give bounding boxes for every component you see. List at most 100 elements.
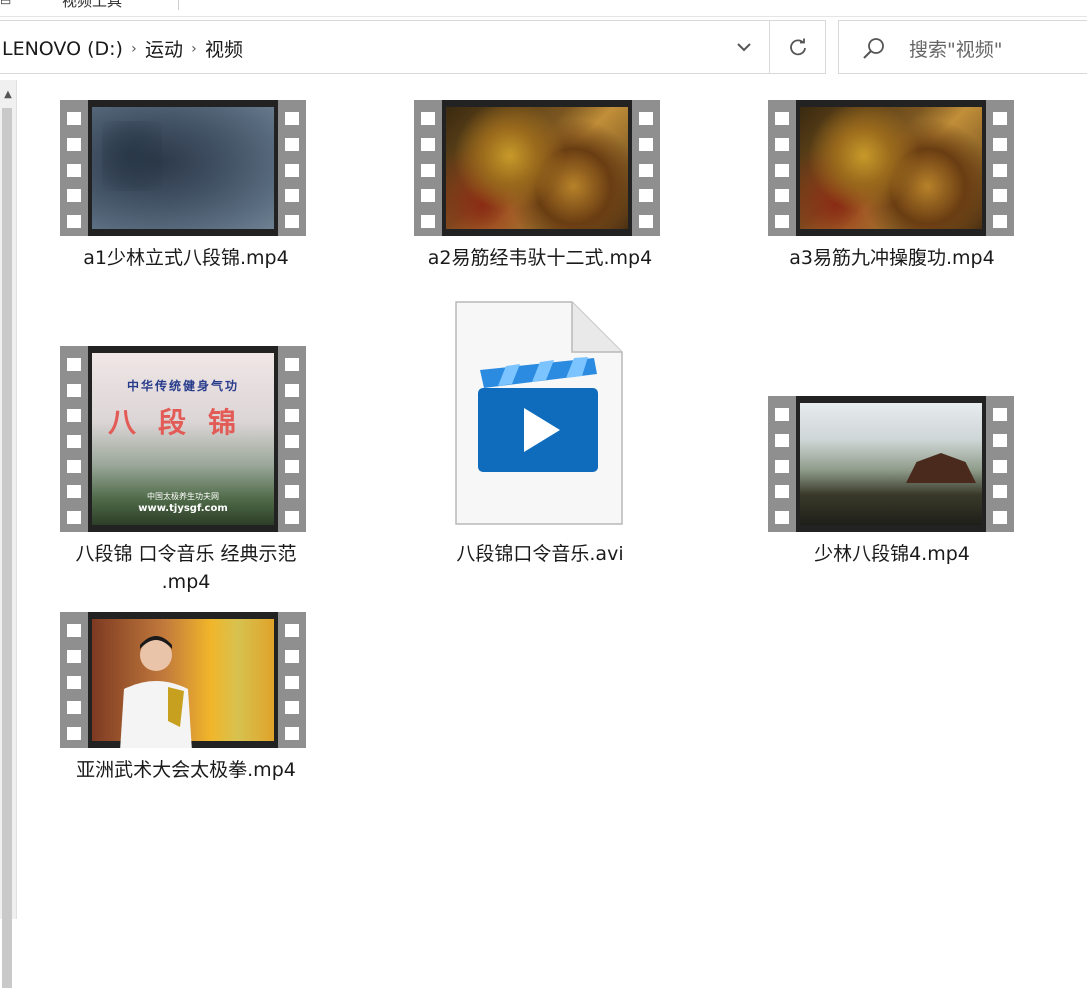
film-hole [285,163,299,177]
video-thumbnail [768,396,1014,532]
address-bar[interactable]: LENOVO (D:) › 运动 › 视频 [0,20,770,74]
film-hole [639,189,653,203]
search-icon [863,38,884,59]
chevron-right-icon[interactable]: › [123,41,145,57]
video-thumbnail [414,100,660,236]
film-hole [285,485,299,499]
title-bar: ▭ 视频工具 [0,0,1087,17]
film-hole [285,137,299,151]
film-hole [67,434,81,448]
film-strip-holes [986,396,1014,532]
scroll-up-arrow-icon[interactable]: ▲ [0,84,16,104]
film-hole [285,112,299,126]
film-hole [67,214,81,228]
film-hole [67,459,81,473]
video-thumbnail: 中华传统健身气功 八段锦 中国太极养生功夫网 www.tjysgf.com [60,346,306,532]
film-hole [993,112,1007,126]
film-hole [639,163,653,177]
film-hole [285,358,299,372]
film-hole [285,409,299,423]
ribbon-tab-video-tools[interactable]: 视频工具 [62,0,122,11]
video-thumbnail [60,612,306,748]
film-hole [421,112,435,126]
refresh-button[interactable] [770,20,826,74]
window-icon: ▭ [0,0,12,8]
chevron-down-icon [737,43,751,52]
film-hole [67,163,81,177]
film-hole [421,163,435,177]
film-hole [285,701,299,715]
video-thumbnail [60,100,306,236]
scrollbar-thumb[interactable] [2,108,12,988]
film-hole [993,163,1007,177]
film-strip-holes [632,100,660,236]
navigation-pane-scrollbar[interactable]: ▲ [0,80,17,988]
film-strip-holes [60,100,88,236]
thumbnail-caption: 中华传统健身气功 [126,379,239,393]
film-hole [993,189,1007,203]
film-hole [775,459,789,473]
film-hole [67,701,81,715]
search-placeholder: 搜索"视频" [909,39,1003,61]
film-hole [993,408,1007,422]
thumbnail-title: 八段锦 [107,406,258,439]
film-strip-holes [414,100,442,236]
file-name-line: .mp4 [161,571,211,593]
film-hole [775,510,789,524]
film-hole [67,649,81,663]
breadcrumb-drive[interactable]: LENOVO (D:) [2,38,123,60]
thumbnail-site-name: 中国太极养生功夫网 [147,492,219,501]
video-frame [796,396,986,532]
film-strip-holes [278,612,306,748]
video-frame [88,612,278,748]
file-name: a1少林立式八段锦.mp4 [83,247,289,269]
film-strip-holes [60,346,88,532]
film-hole [775,112,789,126]
chevron-right-icon[interactable]: › [183,41,205,57]
film-hole [67,189,81,203]
film-hole [421,214,435,228]
film-hole [775,137,789,151]
film-hole [639,214,653,228]
film-hole [67,137,81,151]
film-hole [993,433,1007,447]
film-strip-holes [768,396,796,532]
file-name: a3易筋九冲操腹功.mp4 [789,247,995,269]
film-hole [421,137,435,151]
tab-separator [178,0,179,10]
file-name: 亚洲武术大会太极拳.mp4 [76,759,296,781]
file-name: 少林八段锦4.mp4 [814,543,970,565]
film-hole [285,459,299,473]
film-strip-holes [60,612,88,748]
breadcrumb-videos[interactable]: 视频 [205,35,243,62]
film-hole [67,409,81,423]
film-hole [993,510,1007,524]
film-strip-holes [986,100,1014,236]
film-hole [993,459,1007,473]
file-name: a2易筋经韦驮十二式.mp4 [427,247,653,269]
video-file-icon [455,301,623,525]
person-figure [120,636,192,748]
breadcrumb-sports[interactable]: 运动 [145,35,183,62]
film-strip-holes [768,100,796,236]
search-box[interactable]: 搜索"视频" [838,20,1087,74]
file-name-line: 八段锦 口令音乐 经典示范 [75,543,297,565]
refresh-icon [789,38,806,56]
film-hole [285,434,299,448]
film-hole [993,137,1007,151]
film-hole [285,510,299,524]
film-hole [639,112,653,126]
video-frame [88,100,278,236]
film-hole [285,189,299,203]
file-name: 八段锦口令音乐.avi [456,543,624,565]
film-hole [285,383,299,397]
film-strip-holes [278,346,306,532]
film-strip-holes [278,100,306,236]
video-frame [442,100,632,236]
film-hole [285,214,299,228]
address-history-dropdown[interactable] [732,35,756,59]
video-frame [796,100,986,236]
film-hole [285,624,299,638]
film-hole [67,383,81,397]
film-hole [67,726,81,740]
